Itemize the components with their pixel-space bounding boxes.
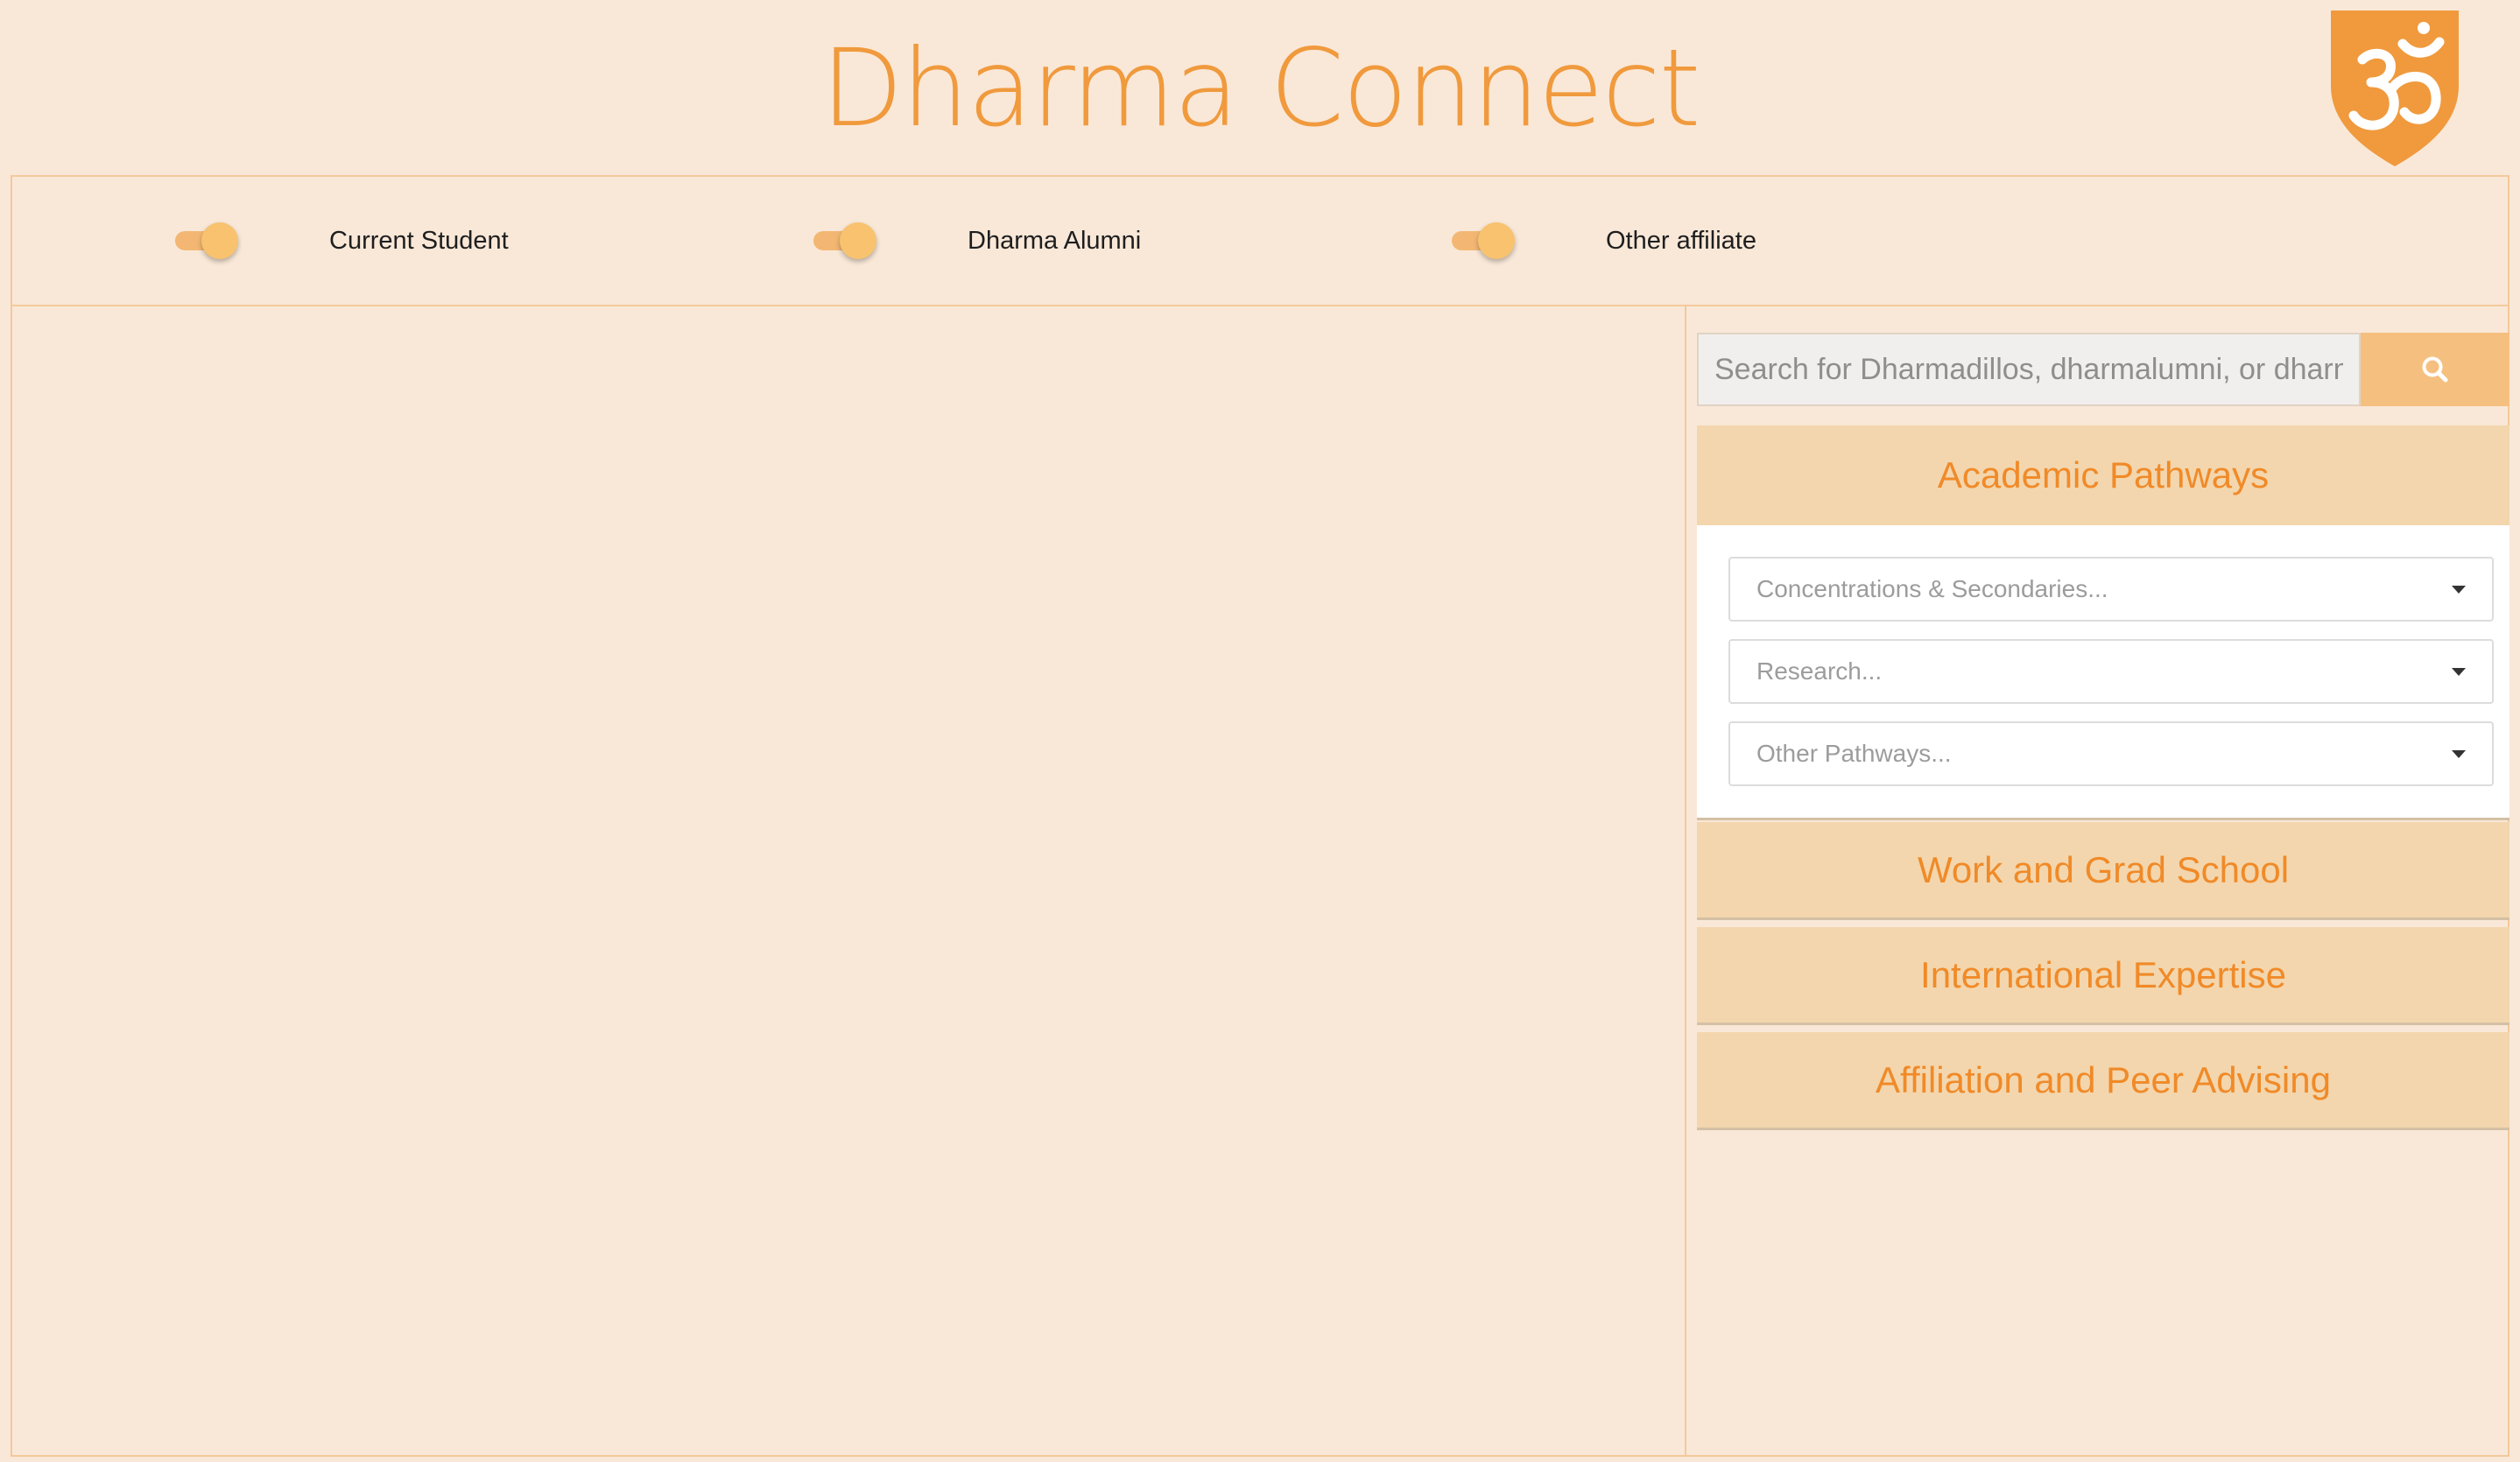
international-expertise-header[interactable]: International Expertise [1697, 927, 2509, 1025]
toggle-knob [201, 222, 238, 259]
select-placeholder: Concentrations & Secondaries... [1756, 575, 2108, 602]
toggle-knob [1478, 222, 1515, 259]
panel-divider [1685, 306, 1686, 1457]
work-grad-school-header[interactable]: Work and Grad School [1697, 822, 2509, 920]
caret-down-icon [2452, 585, 2466, 594]
current-student-toggle[interactable] [175, 219, 245, 263]
filter-dharma-alumni: Dharma Alumni [813, 175, 1141, 306]
search-input[interactable] [1697, 333, 2361, 406]
other-affiliate-label: Other affiliate [1606, 226, 1756, 255]
search-icon [2422, 356, 2448, 383]
other-affiliate-toggle[interactable] [1452, 219, 1522, 263]
affiliation-peer-advising-header[interactable]: Affiliation and Peer Advising [1697, 1032, 2509, 1130]
current-student-label: Current Student [329, 226, 509, 255]
toggle-knob [840, 222, 876, 259]
sidebar: Academic Pathways Concentrations & Secon… [1697, 333, 2509, 1130]
page-title: Dharma Connect [820, 26, 1701, 151]
accordion-academic-pathways: Academic Pathways Concentrations & Secon… [1697, 425, 2509, 820]
academic-pathways-panel: Concentrations & Secondaries... Research… [1697, 525, 2509, 820]
select-placeholder: Research... [1756, 657, 1883, 685]
accordion-work-grad-school: Work and Grad School [1697, 822, 2509, 920]
dharma-alumni-label: Dharma Alumni [968, 226, 1142, 255]
select-placeholder: Other Pathways... [1756, 740, 1952, 767]
filter-bar: Current Student Dharma Alumni Other affi… [11, 175, 2509, 306]
research-select[interactable]: Research... [1728, 639, 2494, 704]
concentrations-select[interactable]: Concentrations & Secondaries... [1728, 557, 2494, 622]
caret-down-icon [2452, 749, 2466, 758]
academic-pathways-header[interactable]: Academic Pathways [1697, 425, 2509, 525]
filter-current-student: Current Student [175, 175, 509, 306]
filter-other-affiliate: Other affiliate [1452, 175, 1756, 306]
accordion-affiliation-peer-advising: Affiliation and Peer Advising [1697, 1032, 2509, 1130]
om-shield-icon [2331, 11, 2459, 166]
dharma-alumni-toggle[interactable] [813, 219, 883, 263]
search-bar [1697, 333, 2509, 406]
caret-down-icon [2452, 667, 2466, 676]
search-button[interactable] [2361, 333, 2509, 406]
accordion-international-expertise: International Expertise [1697, 927, 2509, 1025]
other-pathways-select[interactable]: Other Pathways... [1728, 721, 2494, 786]
